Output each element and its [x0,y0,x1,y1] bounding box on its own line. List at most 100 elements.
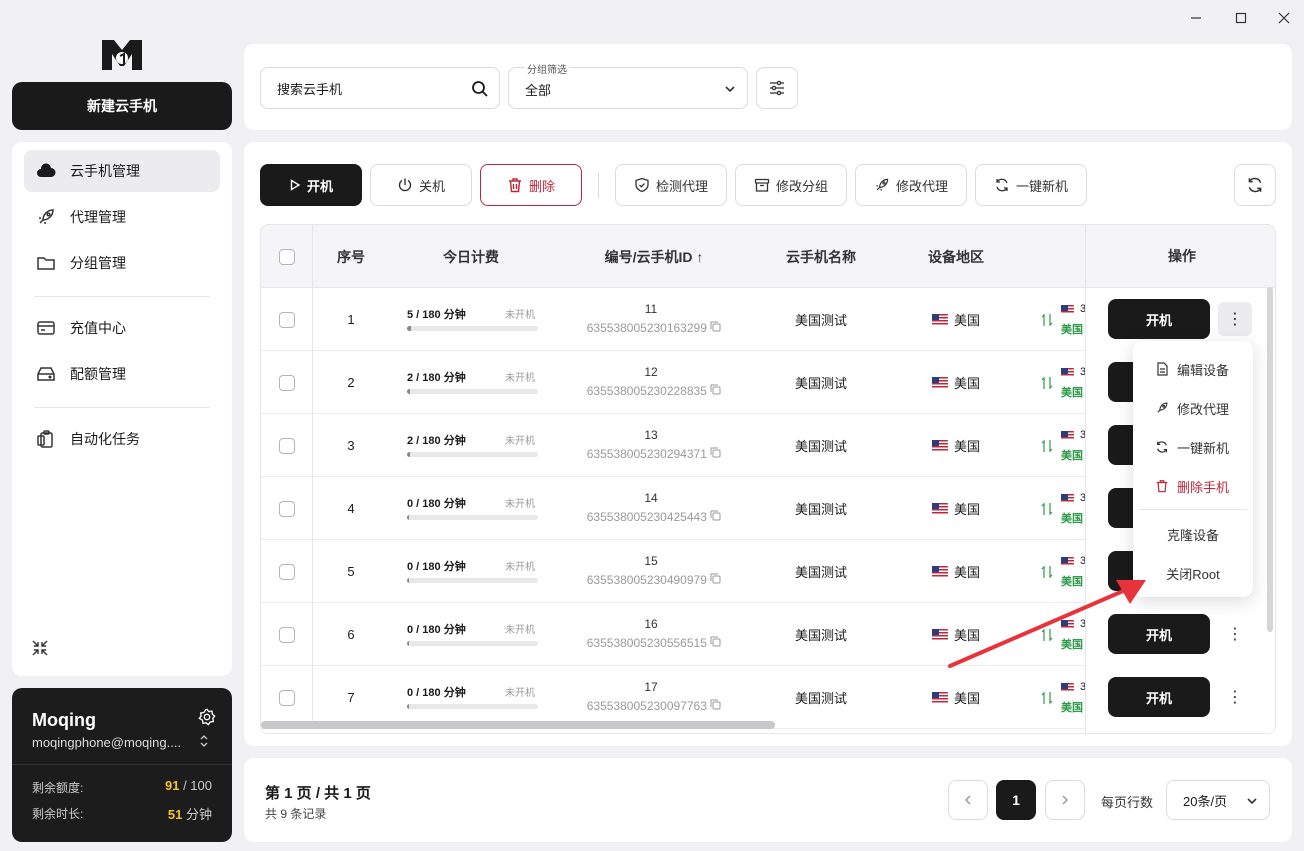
more-options-icon[interactable]: ⋮ [1218,617,1252,651]
refresh-button[interactable] [1234,164,1276,206]
copy-icon[interactable] [710,510,721,521]
settings-icon[interactable] [198,708,218,728]
close-icon[interactable] [1274,8,1294,28]
billing-progress-fill [407,578,409,583]
device-number: 14 [644,491,658,505]
device-number: 17 [644,680,658,694]
row-checkbox[interactable] [278,374,295,391]
group-filter-select[interactable]: 分组筛选 全部 [508,61,748,109]
trash-icon [1156,480,1168,493]
copy-icon[interactable] [710,636,721,647]
us-flag-icon [1061,304,1074,314]
power-status: 未开机 [505,499,535,510]
search-input[interactable]: 搜索云手机 [260,67,500,109]
device-id-text: 635538005230163299 [586,321,707,335]
billing-progress-fill [407,389,411,394]
copy-icon[interactable] [710,447,721,458]
start-button[interactable]: 开机 [260,164,362,206]
menu-divider [1139,509,1247,510]
new-device-button[interactable]: 一键新机 [975,164,1087,206]
app-logo [100,36,144,72]
chevron-down-icon [1247,798,1257,805]
row-checkbox[interactable] [278,563,295,580]
delete-label: 删除 [528,178,555,194]
device-id-text: 635538005230097763 [586,699,707,713]
region-label: 美国 [953,313,980,328]
vertical-scrollbar[interactable] [1267,287,1273,632]
header-id[interactable]: 编号/云手机ID ↑ [569,225,739,288]
sidebar-item-group[interactable]: 分组管理 [24,242,220,284]
row-checkbox[interactable] [278,311,295,328]
cloud-icon [37,163,56,177]
menu-delete-phone[interactable]: 删除手机 [1133,468,1253,504]
proxy-partial: 3 [1061,429,1086,441]
sidebar-item-proxy[interactable]: 代理管理 [24,196,220,238]
copy-icon[interactable] [710,573,721,584]
chevron-updown-icon[interactable] [198,734,212,748]
user-email: moqingphone@moqing.... [32,735,182,750]
row-checkbox[interactable] [278,437,295,454]
device-name: 美国测试 [794,502,847,517]
collapse-icon[interactable] [30,638,50,658]
next-page-button[interactable] [1045,780,1085,820]
us-flag-icon [931,377,948,388]
chevron-down-icon [725,86,735,93]
refresh-icon [1157,441,1167,453]
check-proxy-button[interactable]: 检测代理 [615,164,727,206]
sidebar-nav: 云手机管理 代理管理 分组管理 充值中心 配额管理 自动化任务 [12,142,232,676]
row-checkbox[interactable] [278,689,295,706]
change-group-button[interactable]: 修改分组 [735,164,847,206]
device-id: 635538005230163299 [569,321,739,335]
time-unit: 分钟 [185,807,212,822]
delete-button[interactable]: 删除 [480,164,582,206]
menu-clone-device[interactable]: 克隆设备 [1133,516,1253,552]
sidebar-item-phone-management[interactable]: 云手机管理 [24,150,220,192]
row-index: 6 [347,627,355,642]
us-flag-icon [1061,430,1074,440]
prev-page-button[interactable] [948,780,988,820]
device-id: 635538005230425443 [569,510,739,524]
divider [12,764,232,765]
more-options-icon[interactable]: ⋮ [1218,302,1252,336]
proxy-region: 美国 [1061,324,1083,336]
copy-icon[interactable] [710,321,721,332]
billing-progress-bar [407,389,538,394]
sidebar-item-quota[interactable]: 配额管理 [24,353,220,395]
search-icon[interactable] [471,80,489,98]
horizontal-scrollbar[interactable] [261,721,775,729]
rows-per-page-select[interactable]: 20条/页 [1166,780,1270,820]
sidebar-item-recharge[interactable]: 充值中心 [24,307,220,349]
page-info: 第 1 页 / 共 1 页 [265,785,371,802]
row-checkbox[interactable] [278,626,295,643]
filter-settings-button[interactable] [756,67,798,109]
menu-label: 编辑设备 [1177,362,1230,378]
minimize-icon[interactable] [1186,8,1206,28]
select-all-checkbox[interactable] [278,248,295,265]
sidebar-item-label: 分组管理 [70,255,126,271]
maximize-icon[interactable] [1231,8,1251,28]
proxy-partial: 3 [1061,681,1086,693]
billing-progress-bar [407,452,538,457]
change-proxy-button[interactable]: 修改代理 [855,164,967,206]
proxy-region: 美国 [1061,702,1083,714]
row-checkbox[interactable] [278,500,295,517]
copy-icon[interactable] [710,384,721,395]
rocket-icon [1157,402,1168,413]
pagination-bar: 第 1 页 / 共 1 页 共 9 条记录 1 每页行数 20条/页 [244,758,1292,842]
stop-button[interactable]: 关机 [370,164,472,206]
more-options-icon[interactable]: ⋮ [1218,680,1252,714]
sidebar-item-automation[interactable]: 自动化任务 [24,418,220,460]
billing-usage: 0 / 180 分钟 [407,498,466,510]
menu-label: 修改代理 [1177,401,1230,417]
new-phone-button[interactable]: 新建云手机 [12,82,232,130]
menu-edit-device[interactable]: 编辑设备 [1133,351,1253,387]
row-index: 1 [347,312,355,327]
copy-icon[interactable] [710,699,721,710]
menu-new-device[interactable]: 一键新机 [1133,429,1253,465]
change-proxy-label: 修改代理 [895,178,948,194]
row-start-button[interactable]: 开机 [1108,677,1210,717]
menu-change-proxy[interactable]: 修改代理 [1133,390,1253,426]
page-button-current[interactable]: 1 [996,780,1036,820]
rows-per-page-label: 每页行数 [1101,795,1154,810]
row-start-button[interactable]: 开机 [1108,299,1210,339]
